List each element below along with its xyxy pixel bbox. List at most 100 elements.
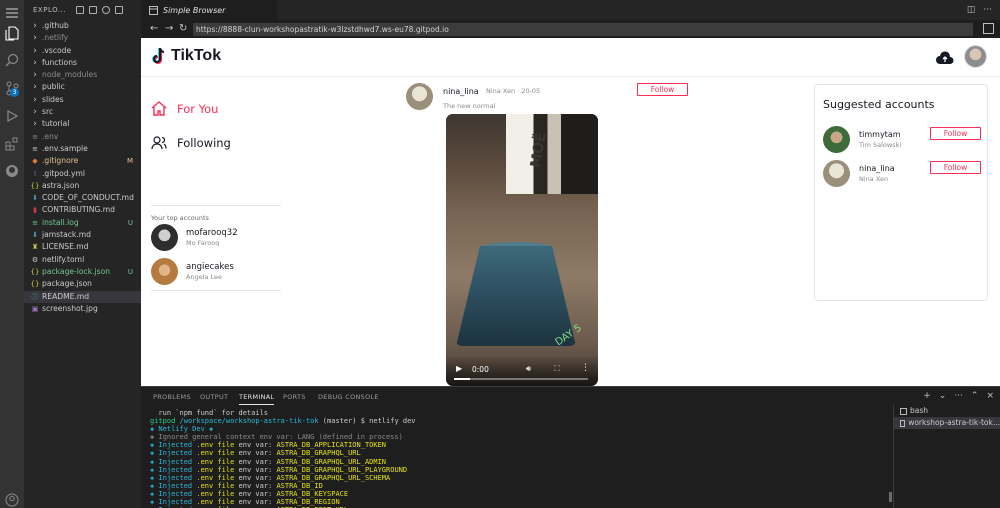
tree-file[interactable]: ⬇ jamstack.md (24, 229, 141, 241)
forward-icon[interactable]: → (165, 23, 173, 35)
tree-file[interactable]: ▮ CONTRIBUTING.md (24, 204, 141, 216)
split-editor-icon[interactable]: ◫ (967, 5, 976, 15)
injected-lines: ◈ Injected .env file env var: ASTRA_DB_A… (150, 441, 890, 508)
new-folder-icon[interactable] (89, 6, 97, 14)
terminal-line: ◈ Netlify Dev ◈ (150, 425, 214, 434)
post-follow-button[interactable]: Follow (637, 83, 688, 96)
panel-tabs: PROBLEMS OUTPUT TERMINAL PORTS DEBUG CON… (141, 387, 1000, 407)
tree-file[interactable]: ⬇ CODE_OF_CONDUCT.md (24, 192, 141, 204)
terminal-item-bash[interactable]: bash (894, 405, 1000, 417)
url-input[interactable]: https://8888-clun-workshopastratik-w3lzs… (193, 23, 973, 36)
upload-icon[interactable] (936, 50, 954, 69)
browser-toolbar: ← → ↻ https://8888-clun-workshopastratik… (141, 20, 1000, 38)
tree-file[interactable]: ◆ .gitignore M (24, 155, 141, 167)
follow-button[interactable]: Follow (930, 161, 981, 174)
post-username[interactable]: nina_lina (443, 87, 479, 96)
tree-file[interactable]: ⚙ netlify.toml (24, 254, 141, 266)
tab-debug-console[interactable]: DEBUG CONSOLE (318, 393, 379, 401)
tree-folder[interactable]: › functions (24, 57, 141, 69)
tree-file[interactable]: ♜ LICENSE.md (24, 241, 141, 253)
terminal-icon (900, 407, 907, 415)
tab-title: Simple Browser (163, 5, 226, 15)
tree-folder[interactable]: › tutorial (24, 118, 141, 130)
suggested-account-item[interactable]: timmytam Tim Salowski Follow (823, 126, 983, 156)
tiktok-page: TikTok For You Following Your top accoun… (141, 38, 1000, 386)
terminal-item-workshop[interactable]: workshop-astra-tik-tok... (894, 417, 1000, 429)
tree-folder[interactable]: › public (24, 81, 141, 93)
close-panel-icon[interactable]: × (986, 391, 994, 401)
menu-icon[interactable] (4, 5, 20, 21)
fullscreen-icon[interactable]: ⛶ (554, 364, 560, 374)
terminal-scrollbar[interactable] (889, 492, 892, 502)
nav-following-label: Following (177, 136, 231, 150)
avatar (151, 224, 178, 251)
tree-folder[interactable]: › .vscode (24, 45, 141, 57)
tree-file[interactable]: ▣ screenshot.jpg (24, 303, 141, 315)
tab-ports[interactable]: PORTS (283, 393, 306, 401)
more-options-icon[interactable]: ⋮ (581, 363, 590, 373)
post-avatar[interactable] (406, 83, 433, 110)
tree-file[interactable]: ≡ install.log U (24, 217, 141, 229)
tree-file[interactable]: {} package.json (24, 278, 141, 290)
suggested-title: Suggested accounts (823, 98, 935, 111)
chevron-right-icon: › (33, 21, 37, 31)
video-player[interactable]: MOË DAY 5 ▶ 0:00 🔊︎ ⛶ ⋮ (446, 114, 598, 386)
tree-folder[interactable]: › .netlify (24, 32, 141, 44)
tab-problems[interactable]: PROBLEMS (153, 393, 191, 401)
dropdown-icon[interactable]: ⌄ (939, 391, 947, 401)
file-icon: ⬇ (32, 231, 38, 240)
refresh-icon[interactable] (102, 6, 110, 14)
git-status-badge: M (126, 157, 133, 166)
back-icon[interactable]: ← (150, 23, 158, 35)
user-avatar[interactable] (964, 45, 987, 68)
tree-folder[interactable]: › .github (24, 20, 141, 32)
tree-folder[interactable]: › node_modules (24, 69, 141, 81)
tree-file[interactable]: ≡ .env.sample (24, 143, 141, 155)
post-caption: The new normal (443, 102, 496, 110)
account-subname: Angela Lee (186, 273, 223, 281)
collapse-all-icon[interactable] (115, 6, 123, 14)
file-icon: {} (30, 280, 40, 289)
run-debug-icon[interactable] (4, 108, 20, 124)
tree-file[interactable]: ≡ .env (24, 131, 141, 143)
home-icon (151, 101, 167, 116)
extensions-icon[interactable] (4, 136, 20, 152)
chevron-right-icon: › (33, 33, 37, 44)
new-terminal-icon[interactable]: + (923, 391, 931, 401)
terminal-item-label: bash (910, 406, 929, 415)
tree-file[interactable]: {} package-lock.json U (24, 266, 141, 278)
tree-item-label: README.md (42, 291, 90, 301)
volume-icon[interactable]: 🔊︎ (526, 364, 531, 374)
tab-output[interactable]: OUTPUT (200, 393, 228, 401)
more-actions-icon[interactable]: ··· (954, 391, 963, 401)
suggested-account-item[interactable]: nina_lina Nina Xen Follow (823, 160, 983, 190)
nav-for-you-label: For You (177, 101, 219, 116)
follow-button[interactable]: Follow (930, 127, 981, 140)
account-icon[interactable] (4, 492, 20, 508)
nav-for-you[interactable]: For You (151, 101, 218, 116)
terminal-output[interactable]: run `npm fund` for details gitpod /worksp… (150, 409, 890, 508)
nav-following[interactable]: Following (151, 136, 231, 150)
tree-file[interactable]: {} astra.json (24, 180, 141, 192)
maximize-panel-icon[interactable]: ⌃ (971, 391, 979, 401)
tree-folder[interactable]: › src (24, 106, 141, 118)
people-icon (151, 136, 167, 150)
tree-item-label: src (42, 107, 54, 117)
play-icon[interactable]: ▶ (456, 364, 462, 373)
video-progress-bar[interactable] (454, 378, 588, 380)
more-actions-icon[interactable]: ··· (983, 5, 992, 15)
tree-folder[interactable]: › slides (24, 94, 141, 106)
github-icon[interactable] (4, 163, 20, 179)
open-external-icon[interactable] (983, 23, 994, 34)
new-file-icon[interactable] (76, 6, 84, 14)
tree-file[interactable]: ⓘ README.md (24, 290, 141, 303)
top-account-item[interactable]: angiecakes Angela Lee (151, 258, 234, 285)
search-icon[interactable] (4, 52, 20, 68)
tree-file[interactable]: ! .gitpod.yml (24, 168, 141, 180)
explorer-icon[interactable] (4, 25, 20, 41)
tab-simple-browser[interactable]: Simple Browser (141, 0, 277, 20)
top-account-item[interactable]: mofarooq32 Mo Farooq (151, 224, 238, 251)
tab-terminal[interactable]: TERMINAL (239, 393, 275, 405)
reload-icon[interactable]: ↻ (179, 23, 187, 35)
tiktok-logo[interactable]: TikTok (151, 47, 221, 65)
